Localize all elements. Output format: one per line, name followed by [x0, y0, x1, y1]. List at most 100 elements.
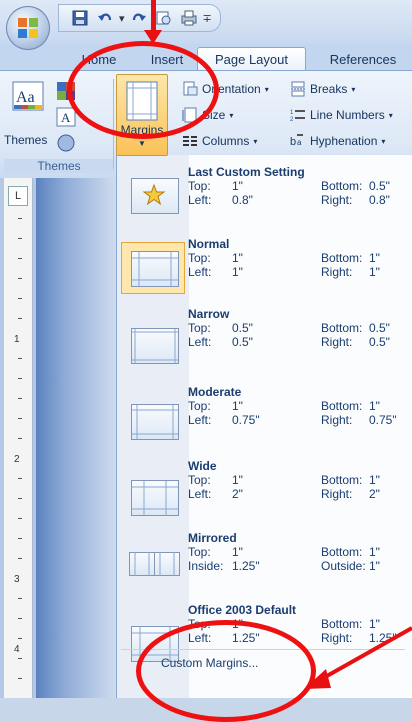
margins-label: Margins — [120, 123, 164, 137]
themes-group: Aa Themes A Themes — [4, 75, 114, 175]
option-value: 0.5" — [232, 321, 253, 335]
vertical-ruler: L 1 2 3 4 — [4, 178, 33, 698]
wide-margins-icon — [123, 466, 183, 516]
hyphenation-button[interactable]: ba Hyphenation ▾ — [290, 133, 385, 149]
orientation-button[interactable]: Orientation ▾ — [182, 81, 269, 97]
theme-colors-icon[interactable] — [56, 81, 76, 101]
size-dropdown-icon: ▾ — [229, 110, 234, 120]
columns-button[interactable]: Columns ▾ — [182, 133, 257, 149]
option-value: 0.75" — [369, 413, 397, 427]
hyphenation-icon: ba — [290, 134, 303, 148]
theme-effects-icon[interactable] — [56, 133, 76, 153]
margin-option-wide[interactable]: Wide Top: 1" Bottom: 1" Left: 2" Right: 2" — [117, 457, 412, 523]
option-value: 1" — [232, 473, 243, 487]
option-key: Bottom: — [321, 251, 363, 265]
option-key: Left: — [188, 631, 212, 645]
option-value: 1" — [369, 399, 380, 413]
option-value: 1" — [232, 179, 243, 193]
margin-option-normal[interactable]: Normal Top: 1" Bottom: 1" Left: 1" Right: 1" — [117, 235, 412, 301]
option-value: 0.5" — [369, 335, 390, 349]
option-key: Top: — [188, 179, 211, 193]
custom-margins-menu-item[interactable]: Custom Margins... — [121, 649, 405, 676]
option-key: Bottom: — [321, 617, 363, 631]
margin-option-last-custom[interactable]: Last Custom Setting Top: 1" Bottom: 0.5" L… — [117, 163, 412, 229]
option-key: Bottom: — [321, 179, 363, 193]
svg-text:b: b — [290, 136, 296, 148]
ruler-number: 2 — [14, 454, 20, 465]
group-separator — [113, 79, 114, 169]
office-logo-icon — [18, 18, 38, 38]
tab-references[interactable]: References — [318, 48, 408, 70]
option-key: Right: — [321, 487, 353, 501]
option-key: Inside: — [188, 559, 224, 573]
annotation-arrowhead-top — [144, 30, 162, 44]
tab-page-layout[interactable]: Page Layout — [197, 47, 306, 71]
option-key: Left: — [188, 413, 212, 427]
option-value: 1" — [232, 545, 243, 559]
option-value: 1.25" — [232, 631, 260, 645]
theme-fonts-icon[interactable]: A — [56, 107, 76, 127]
option-key: Top: — [188, 473, 211, 487]
option-value: 1" — [369, 473, 380, 487]
breaks-dropdown-icon: ▾ — [351, 84, 356, 94]
tab-selector[interactable]: L — [8, 186, 28, 206]
hyphenation-label: Hyphenation — [310, 134, 378, 148]
columns-label: Columns — [202, 134, 250, 148]
themes-group-label: Themes — [4, 159, 114, 173]
themes-icon: Aa — [12, 81, 44, 111]
ribbon-tabs: Home Insert Page Layout References — [0, 44, 412, 71]
mirrored-margins-icon — [123, 538, 183, 584]
option-value: 1" — [232, 617, 243, 631]
moderate-margins-icon — [123, 392, 183, 440]
tab-insert[interactable]: Insert — [138, 48, 196, 70]
margin-option-mirrored[interactable]: Mirrored Top: 1" Bottom: 1" Inside: 1.25" O… — [117, 529, 412, 595]
orientation-icon — [183, 81, 198, 96]
option-value: 0.75" — [232, 413, 260, 427]
margin-option-narrow[interactable]: Narrow Top: 0.5" Bottom: 0.5" Left: 0.5" Ri… — [117, 305, 412, 371]
option-key: Right: — [321, 631, 353, 645]
option-key: Top: — [188, 617, 211, 631]
office-button[interactable] — [6, 6, 50, 50]
option-title: Normal — [188, 237, 230, 251]
line-numbers-dropdown-icon: ▾ — [388, 110, 393, 120]
undo-icon — [98, 13, 112, 21]
quick-access-toolbar: ▾ ∓ — [58, 4, 221, 32]
breaks-icon — [291, 81, 305, 97]
columns-icon — [183, 136, 197, 146]
svg-text:A: A — [61, 110, 71, 125]
option-value: 0.5" — [232, 335, 253, 349]
line-numbers-icon: 12 — [290, 110, 305, 123]
orientation-label: Orientation — [202, 82, 261, 96]
print-button[interactable] — [178, 8, 200, 28]
line-numbers-button[interactable]: 12 Line Numbers ▾ — [290, 107, 393, 123]
tab-home[interactable]: Home — [66, 48, 132, 70]
option-key: Outside: — [321, 559, 366, 573]
margins-button[interactable]: Margins ▼ — [116, 74, 168, 156]
line-numbers-label: Line Numbers — [310, 108, 385, 122]
undo-dropdown-icon[interactable]: ▾ — [119, 12, 125, 25]
margin-option-moderate[interactable]: Moderate Top: 1" Bottom: 1" Left: 0.75" Rig… — [117, 383, 412, 449]
breaks-label: Breaks — [310, 82, 348, 96]
option-value: 0.8" — [369, 193, 390, 207]
svg-text:a: a — [297, 138, 302, 147]
option-value: 1" — [232, 265, 243, 279]
size-button[interactable]: Size ▾ — [182, 107, 233, 123]
custom-margins-label: Custom Margins... — [161, 656, 259, 670]
option-value: 1.25" — [369, 631, 397, 645]
option-key: Left: — [188, 335, 212, 349]
save-button[interactable] — [69, 8, 91, 28]
undo-button[interactable] — [94, 8, 116, 28]
option-key: Bottom: — [321, 399, 363, 413]
printer-icon — [181, 10, 197, 26]
ruler-number: 4 — [14, 644, 20, 655]
option-value: 1" — [369, 559, 380, 573]
option-key: Top: — [188, 545, 211, 559]
themes-button[interactable]: Aa Themes — [4, 81, 50, 151]
breaks-button[interactable]: Breaks ▾ — [290, 81, 355, 97]
option-key: Right: — [321, 193, 353, 207]
redo-button[interactable] — [128, 8, 150, 28]
customize-toolbar-icon[interactable]: ∓ — [203, 12, 212, 25]
option-key: Bottom: — [321, 545, 363, 559]
option-key: Left: — [188, 265, 212, 279]
svg-text:2: 2 — [290, 117, 294, 123]
